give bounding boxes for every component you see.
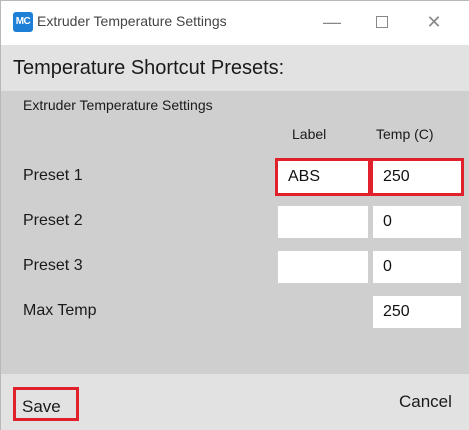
window-title: Extruder Temperature Settings: [37, 13, 227, 29]
preset-2-label: Preset 2: [23, 212, 83, 229]
preset-3-label: Preset 3: [23, 257, 83, 274]
max-temp-input[interactable]: 250: [373, 296, 461, 328]
settings-window: MC Extruder Temperature Settings — ✕ Tem…: [0, 0, 469, 430]
preset-2-temp-input[interactable]: 0: [373, 206, 461, 238]
preset-2-label-input[interactable]: [278, 206, 368, 238]
page-title: Temperature Shortcut Presets:: [13, 57, 285, 79]
maximize-icon: [376, 16, 388, 28]
cancel-button[interactable]: Cancel: [399, 392, 452, 412]
dialog-footer: Save Cancel: [1, 374, 469, 430]
group-label: Extruder Temperature Settings: [23, 97, 213, 113]
preset-3-temp-input[interactable]: 0: [373, 251, 461, 283]
max-temp-label: Max Temp: [23, 302, 97, 319]
settings-panel: Extruder Temperature Settings Label Temp…: [1, 91, 469, 374]
close-button[interactable]: ✕: [419, 9, 449, 35]
save-button[interactable]: Save: [13, 387, 79, 421]
label-column-header: Label: [292, 126, 327, 142]
preset-1-temp-input[interactable]: 250: [370, 158, 464, 196]
title-bar: MC Extruder Temperature Settings — ✕: [1, 1, 469, 45]
minimize-button[interactable]: —: [317, 9, 347, 35]
preset-1-label-input[interactable]: ABS: [275, 158, 371, 196]
heading-strip: Temperature Shortcut Presets:: [1, 45, 469, 91]
app-logo-icon: MC: [13, 12, 33, 32]
maximize-button[interactable]: [367, 9, 397, 35]
temp-column-header: Temp (C): [376, 126, 434, 142]
preset-3-label-input[interactable]: [278, 251, 368, 283]
preset-1-label: Preset 1: [23, 167, 83, 184]
